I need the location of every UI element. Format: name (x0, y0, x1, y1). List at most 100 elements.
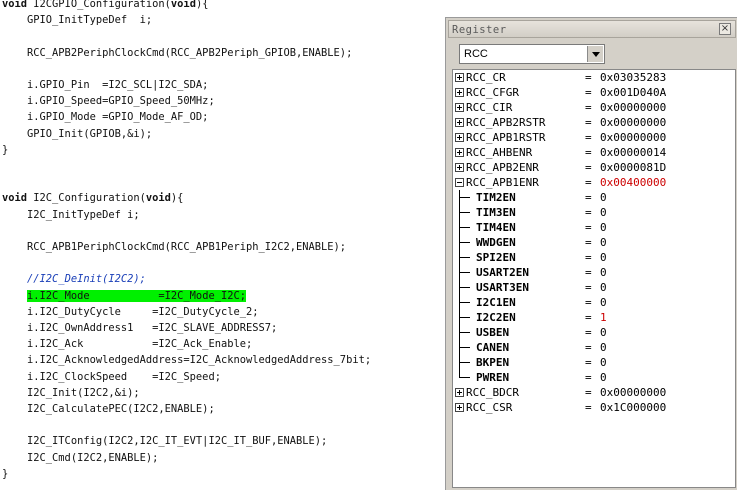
code-editor[interactable]: void I2CGPIO_Configuration(void){ GPIO_I… (0, 0, 447, 492)
code-line: RCC_APB1PeriphClockCmd(RCC_APB1Periph_I2… (2, 240, 346, 254)
code-line: //I2C_DeInit(I2C2); (2, 272, 146, 286)
register-value[interactable]: 0x03035283 (600, 70, 666, 85)
collapse-icon[interactable] (455, 178, 464, 187)
register-field-row[interactable]: I2C1EN = 0 (453, 295, 735, 310)
tree-connector (459, 227, 470, 228)
field-name: CANEN (476, 341, 510, 354)
register-field-row[interactable]: PWREN = 0 (453, 370, 735, 385)
equals-sign: = (585, 116, 592, 129)
code-line: I2C_Init(I2C2,&i); (2, 386, 140, 400)
expand-icon[interactable] (455, 163, 464, 172)
field-value[interactable]: 0 (600, 340, 607, 355)
register-row[interactable]: RCC_CIR = 0x00000000 (453, 100, 735, 115)
code-line: void I2C_Configuration(void){ (2, 191, 183, 205)
register-row[interactable]: RCC_AHBENR = 0x00000014 (453, 145, 735, 160)
code-line: i.I2C_Mode =I2C_Mode_I2C; (2, 289, 246, 303)
field-value[interactable]: 0 (600, 205, 607, 220)
field-value[interactable]: 1 (600, 310, 607, 325)
code-text: I2C_Configuration( (27, 192, 146, 205)
register-value[interactable]: 0x1C000000 (600, 400, 666, 415)
register-row[interactable]: RCC_APB2ENR = 0x0000081D (453, 160, 735, 175)
field-value[interactable]: 0 (600, 250, 607, 265)
register-field-row[interactable]: TIM3EN = 0 (453, 205, 735, 220)
field-value[interactable]: 0 (600, 265, 607, 280)
register-row[interactable]: RCC_APB1RSTR = 0x00000000 (453, 130, 735, 145)
code-line: i.I2C_OwnAddress1 =I2C_SLAVE_ADDRESS7; (2, 321, 277, 335)
register-field-row[interactable]: USART3EN = 0 (453, 280, 735, 295)
expand-icon[interactable] (455, 133, 464, 142)
code-keyword: void (170, 0, 196, 10)
code-line: I2C_CalculatePEC(I2C2,ENABLE); (2, 402, 215, 416)
register-row[interactable]: RCC_BDCR = 0x00000000 (453, 385, 735, 400)
register-name: RCC_CSR (466, 401, 513, 414)
register-field-row[interactable]: TIM4EN = 0 (453, 220, 735, 235)
register-field-row[interactable]: BKPEN = 0 (453, 355, 735, 370)
register-value[interactable]: 0x0000081D (600, 160, 666, 175)
field-value[interactable]: 0 (600, 220, 607, 235)
register-row[interactable]: RCC_CR = 0x03035283 (453, 70, 735, 85)
peripheral-select[interactable]: RCC (459, 44, 605, 64)
code-line: i.I2C_Ack =I2C_Ack_Enable; (2, 337, 252, 351)
field-value[interactable]: 0 (600, 355, 607, 370)
register-row[interactable]: RCC_CSR = 0x1C000000 (453, 400, 735, 415)
register-row[interactable]: RCC_APB1ENR = 0x00400000 (453, 175, 735, 190)
register-value[interactable]: 0x00000000 (600, 100, 666, 115)
field-value[interactable]: 0 (600, 235, 607, 250)
register-name: RCC_APB2RSTR (466, 116, 546, 129)
register-tree[interactable]: RCC_CR = 0x03035283 RCC_CFGR = 0x001D040A RCC_… (452, 69, 736, 488)
field-value[interactable]: 0 (600, 370, 607, 385)
code-text: i.I2C_AcknowledgedAddress=I2C_Acknowledg… (2, 354, 372, 367)
tree-connector (459, 242, 470, 243)
tree-connector (459, 332, 470, 333)
register-field-row[interactable]: USART2EN = 0 (453, 265, 735, 280)
tree-connector (459, 272, 470, 273)
expand-icon[interactable] (455, 73, 464, 82)
code-text: RCC_APB1PeriphClockCmd(RCC_APB1Periph_I2… (2, 241, 347, 253)
register-value[interactable]: 0x00400000 (600, 175, 666, 190)
equals-sign: = (585, 311, 592, 324)
tree-connector (459, 347, 470, 348)
register-value[interactable]: 0x00000000 (600, 130, 666, 145)
register-field-row[interactable]: SPI2EN = 0 (453, 250, 735, 265)
field-value[interactable]: 0 (600, 295, 607, 310)
code-text: I2C_Init(I2C2,&i); (2, 386, 140, 399)
chevron-down-icon[interactable] (587, 46, 603, 62)
expand-icon[interactable] (455, 148, 464, 157)
register-value[interactable]: 0x001D040A (600, 85, 666, 100)
code-line: i.GPIO_Pin =I2C_SCL|I2C_SDA; (2, 78, 208, 92)
register-value[interactable]: 0x00000000 (600, 385, 666, 400)
close-icon[interactable]: × (719, 23, 731, 35)
field-value[interactable]: 0 (600, 280, 607, 295)
equals-sign: = (585, 401, 592, 414)
code-line: i.I2C_DutyCycle =I2C_DutyCycle_2; (2, 305, 258, 319)
expand-icon[interactable] (455, 388, 464, 397)
expand-icon[interactable] (455, 118, 464, 127)
code-line: I2C_Cmd(I2C2,ENABLE); (2, 451, 158, 465)
field-value[interactable]: 0 (600, 325, 607, 340)
equals-sign: = (585, 191, 592, 204)
expand-icon[interactable] (455, 88, 464, 97)
equals-sign: = (585, 101, 592, 114)
field-name: PWREN (476, 371, 510, 384)
register-row[interactable]: RCC_APB2RSTR = 0x00000000 (453, 115, 735, 130)
tree-connector (459, 377, 470, 378)
register-titlebar[interactable]: Register × (448, 20, 736, 38)
expand-icon[interactable] (455, 103, 464, 112)
equals-sign: = (585, 131, 592, 144)
code-line: i.I2C_AcknowledgedAddress=I2C_Acknowledg… (2, 353, 371, 367)
register-field-row[interactable]: TIM2EN = 0 (453, 190, 735, 205)
register-field-row[interactable]: WWDGEN = 0 (453, 235, 735, 250)
register-field-row[interactable]: CANEN = 0 (453, 340, 735, 355)
register-field-row[interactable]: USBEN = 0 (453, 325, 735, 340)
register-row[interactable]: RCC_CFGR = 0x001D040A (453, 85, 735, 100)
register-name: RCC_AHBENR (466, 146, 533, 159)
register-name: RCC_APB2ENR (466, 161, 539, 174)
register-value[interactable]: 0x00000014 (600, 145, 666, 160)
expand-icon[interactable] (455, 403, 464, 412)
register-value[interactable]: 0x00000000 (600, 115, 666, 130)
register-field-row[interactable]: I2C2EN = 1 (453, 310, 735, 325)
code-text: I2C_Cmd(I2C2,ENABLE); (2, 451, 159, 464)
code-text: I2CGPIO_Configuration( (27, 0, 171, 10)
tree-connector (459, 257, 470, 258)
field-value[interactable]: 0 (600, 190, 607, 205)
